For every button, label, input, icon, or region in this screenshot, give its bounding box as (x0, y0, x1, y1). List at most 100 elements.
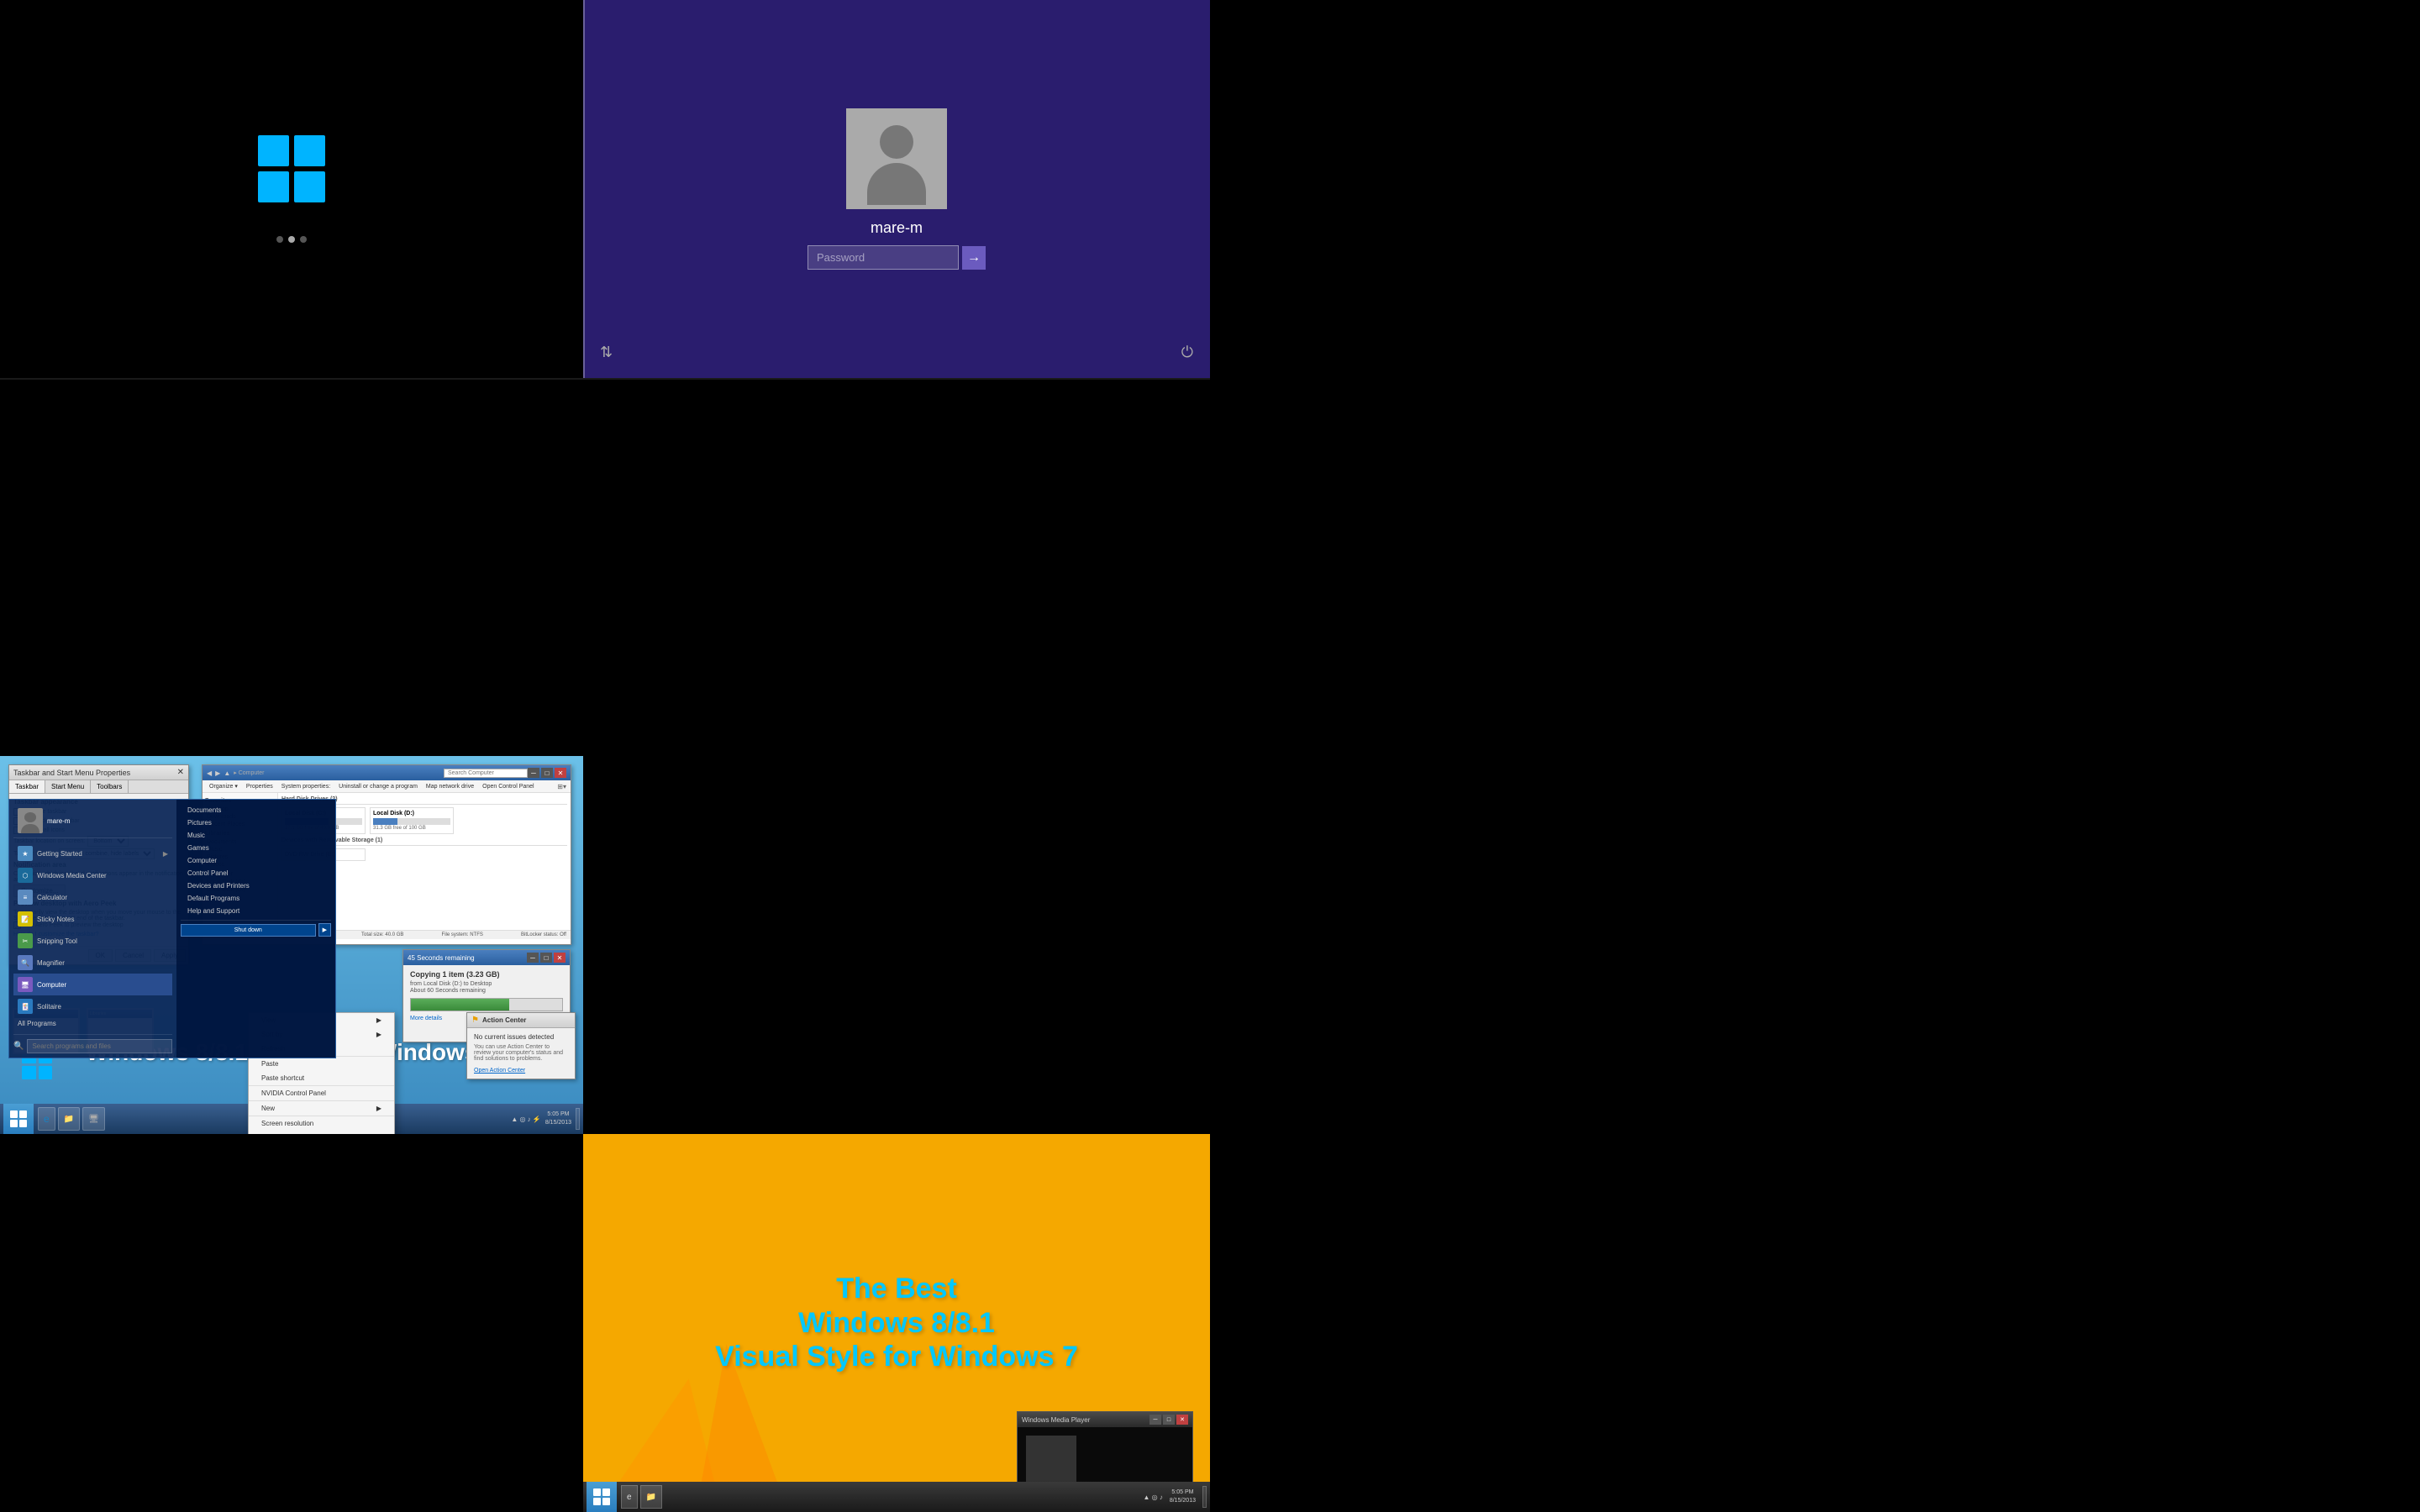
start-control-panel[interactable]: Control Panel (181, 867, 331, 879)
shutdown-button[interactable]: Shut down (181, 924, 316, 937)
explorer-maximize[interactable]: □ (541, 768, 553, 778)
start-magnifier[interactable]: 🔍 Magnifier (13, 952, 172, 974)
view-options[interactable]: ⊞▾ (557, 783, 566, 790)
power-icon[interactable]: ⏻ (1181, 344, 1193, 361)
windows-logo (258, 135, 325, 202)
all-programs-link[interactable]: All Programs (13, 1017, 172, 1030)
open-action-center-link[interactable]: Open Action Center (474, 1068, 525, 1074)
wmp-minimize[interactable]: ─ (1150, 1415, 1161, 1425)
start-music[interactable]: Music (181, 829, 331, 842)
login-screen: mare-m → ⇅ ⏻ (583, 0, 1210, 378)
map-drive-button[interactable]: Map network drive (424, 783, 476, 790)
q3-tb-computer[interactable]: 🖥 (82, 1107, 105, 1131)
start-computer[interactable]: 🖥 Computer (13, 974, 172, 995)
uninstall-button[interactable]: Uninstall or change a program (336, 783, 420, 790)
start-windows-media-center[interactable]: ⬡ Windows Media Center (13, 864, 172, 886)
q3-show-desktop[interactable] (576, 1108, 580, 1130)
theme-demo-screen: Taskbar and Start Menu Properties ✕ Task… (0, 756, 583, 1134)
taskbar-props-close[interactable]: ✕ (177, 768, 184, 777)
organize-button[interactable]: Organize ▾ (207, 782, 240, 790)
dot-2 (288, 236, 295, 243)
start-getting-started[interactable]: ★ Getting Started ▶ (13, 843, 172, 864)
start-computer-right[interactable]: Computer (181, 854, 331, 867)
start-snipping-tool[interactable]: ✂ Snipping Tool (13, 930, 172, 952)
magnifier-icon: 🔍 (18, 955, 33, 970)
properties-button[interactable]: Properties (244, 783, 276, 790)
start-games[interactable]: Games (181, 842, 331, 854)
ctx-paste-shortcut[interactable]: Paste shortcut (249, 1071, 394, 1085)
statusbar-bitlocker: BitLocker status: Off (521, 932, 566, 937)
nav-up[interactable]: ▲ (224, 769, 230, 777)
folder-icon: 📁 (64, 1115, 74, 1124)
wmp-close[interactable]: ✕ (1176, 1415, 1188, 1425)
shutdown-arrow-button[interactable]: ▶ (318, 923, 331, 937)
q3-taskbar-items: e 📁 🖥 (38, 1107, 105, 1131)
start-sticky-notes[interactable]: 📝 Sticky Notes (13, 908, 172, 930)
start-documents[interactable]: Documents (181, 804, 331, 816)
start-solitaire[interactable]: 🃏 Solitaire (13, 995, 172, 1017)
q3-clock: 5:05 PM 8/15/2013 (545, 1110, 571, 1127)
control-panel-button[interactable]: Open Control Panel (480, 783, 536, 790)
copy-dialog-minimize[interactable]: ─ (527, 953, 539, 963)
explorer-minimize[interactable]: ─ (528, 768, 539, 778)
start-default-programs[interactable]: Default Programs (181, 892, 331, 905)
q4-title-line3: Visual Style for Windows 7 (715, 1340, 1078, 1374)
wmp-title-label: Windows Media Player (1022, 1416, 1090, 1424)
q3-time: 5:05 PM (545, 1110, 571, 1119)
ctx-gadgets[interactable]: Gadgets (249, 1131, 394, 1134)
explorer-titlebar: ◀ ▶ ▲ ▸ Computer ─ □ ✕ (203, 765, 571, 780)
q3-tb-ie[interactable]: e (38, 1107, 55, 1131)
tab-toolbars[interactable]: Toolbars (91, 780, 129, 793)
statusbar-total: Total size: 40.0 GB (361, 932, 403, 937)
start-help-support[interactable]: Help and Support (181, 905, 331, 917)
q4-start-button[interactable] (587, 1482, 617, 1512)
local-disk-d[interactable]: Local Disk (D:) 31.3 GB free of 100 GB (370, 807, 454, 834)
wmc-label: Windows Media Center (37, 872, 107, 879)
wmp-maximize[interactable]: □ (1163, 1415, 1175, 1425)
taskbar-props-tabs: Taskbar Start Menu Toolbars (9, 780, 188, 794)
start-search-input[interactable] (27, 1039, 172, 1053)
q3-start-button[interactable] (3, 1104, 34, 1134)
drive-d-name: Local Disk (D:) (373, 811, 450, 816)
logo-pane-br (294, 171, 325, 202)
sticky-label: Sticky Notes (37, 916, 74, 923)
ctx-nvidia[interactable]: NVIDIA Control Panel (249, 1086, 394, 1100)
copy-dialog-close[interactable]: ✕ (554, 953, 566, 963)
start-menu: mare-m ★ Getting Started ▶ ⬡ Windows Med… (8, 799, 336, 1058)
q4-taskbar: e 📁 ▲ ◎ ♪ 5:05 PM 8/15/2013 (583, 1482, 1210, 1512)
start-devices-printers[interactable]: Devices and Printers (181, 879, 331, 892)
ctx-paste[interactable]: Paste (249, 1057, 394, 1071)
q4-tb-ie[interactable]: e (621, 1485, 638, 1509)
avatar-person (846, 108, 947, 209)
start-pictures[interactable]: Pictures (181, 816, 331, 829)
solitaire-icon: 🃏 (18, 999, 33, 1014)
ctx-new[interactable]: New▶ (249, 1101, 394, 1116)
q4-show-desktop[interactable] (1202, 1486, 1207, 1508)
q3-tb-explorer[interactable]: 📁 (58, 1107, 80, 1131)
q3-start-logo (10, 1110, 27, 1127)
wmc-icon: ⬡ (18, 868, 33, 883)
q4-tb-folder[interactable]: 📁 (640, 1485, 662, 1509)
ctx-screen-res[interactable]: Screen resolution (249, 1116, 394, 1131)
user-switch-icon[interactable]: ⇅ (600, 344, 613, 361)
copy-progress-bar (410, 998, 563, 1011)
login-submit-button[interactable]: → (962, 246, 986, 270)
tab-start-menu[interactable]: Start Menu (45, 780, 91, 793)
password-input[interactable] (808, 245, 959, 270)
system-properties-button[interactable]: System properties: (279, 783, 333, 790)
ctx-section-2: NVIDIA Control Panel (249, 1085, 394, 1100)
action-center-titlebar: ⚑ Action Center (467, 1013, 575, 1028)
start-calculator[interactable]: ≡ Calculator (13, 886, 172, 908)
nav-forward[interactable]: ▶ (215, 769, 220, 777)
explorer-close[interactable]: ✕ (555, 768, 566, 778)
avatar-head (880, 125, 913, 159)
nav-back[interactable]: ◀ (207, 769, 212, 777)
explorer-search[interactable] (444, 769, 528, 778)
address-bar[interactable]: ▸ Computer (234, 769, 264, 776)
tab-taskbar[interactable]: Taskbar (9, 780, 45, 793)
start-username: mare-m (47, 817, 71, 825)
copy-dialog-maximize[interactable]: □ (540, 953, 552, 963)
sticky-icon: 📝 (18, 911, 33, 927)
q3-date: 8/15/2013 (545, 1119, 571, 1127)
vertical-divider (583, 0, 585, 378)
